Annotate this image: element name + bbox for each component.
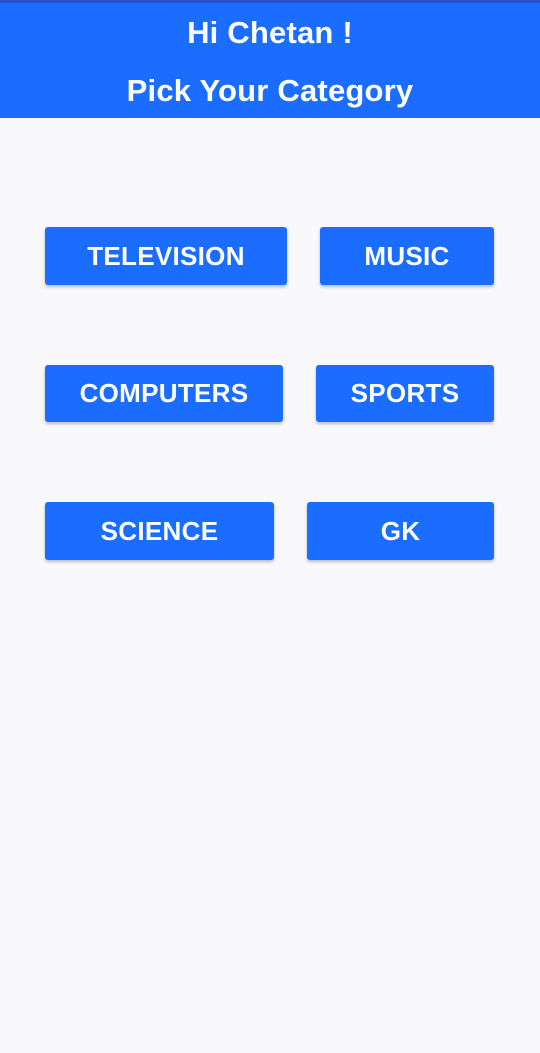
category-button-science[interactable]: SCIENCE <box>45 502 274 560</box>
app-header: Hi Chetan ! Pick Your Category <box>0 0 540 118</box>
category-button-television[interactable]: TELEVISION <box>45 227 287 285</box>
category-button-computers[interactable]: COMPUTERS <box>45 365 283 422</box>
category-button-gk[interactable]: GK <box>307 502 494 560</box>
category-button-sports[interactable]: SPORTS <box>316 365 494 422</box>
category-button-music[interactable]: MUSIC <box>320 227 494 285</box>
page-title: Pick Your Category <box>126 73 414 108</box>
greeting-text: Hi Chetan ! <box>187 15 353 50</box>
